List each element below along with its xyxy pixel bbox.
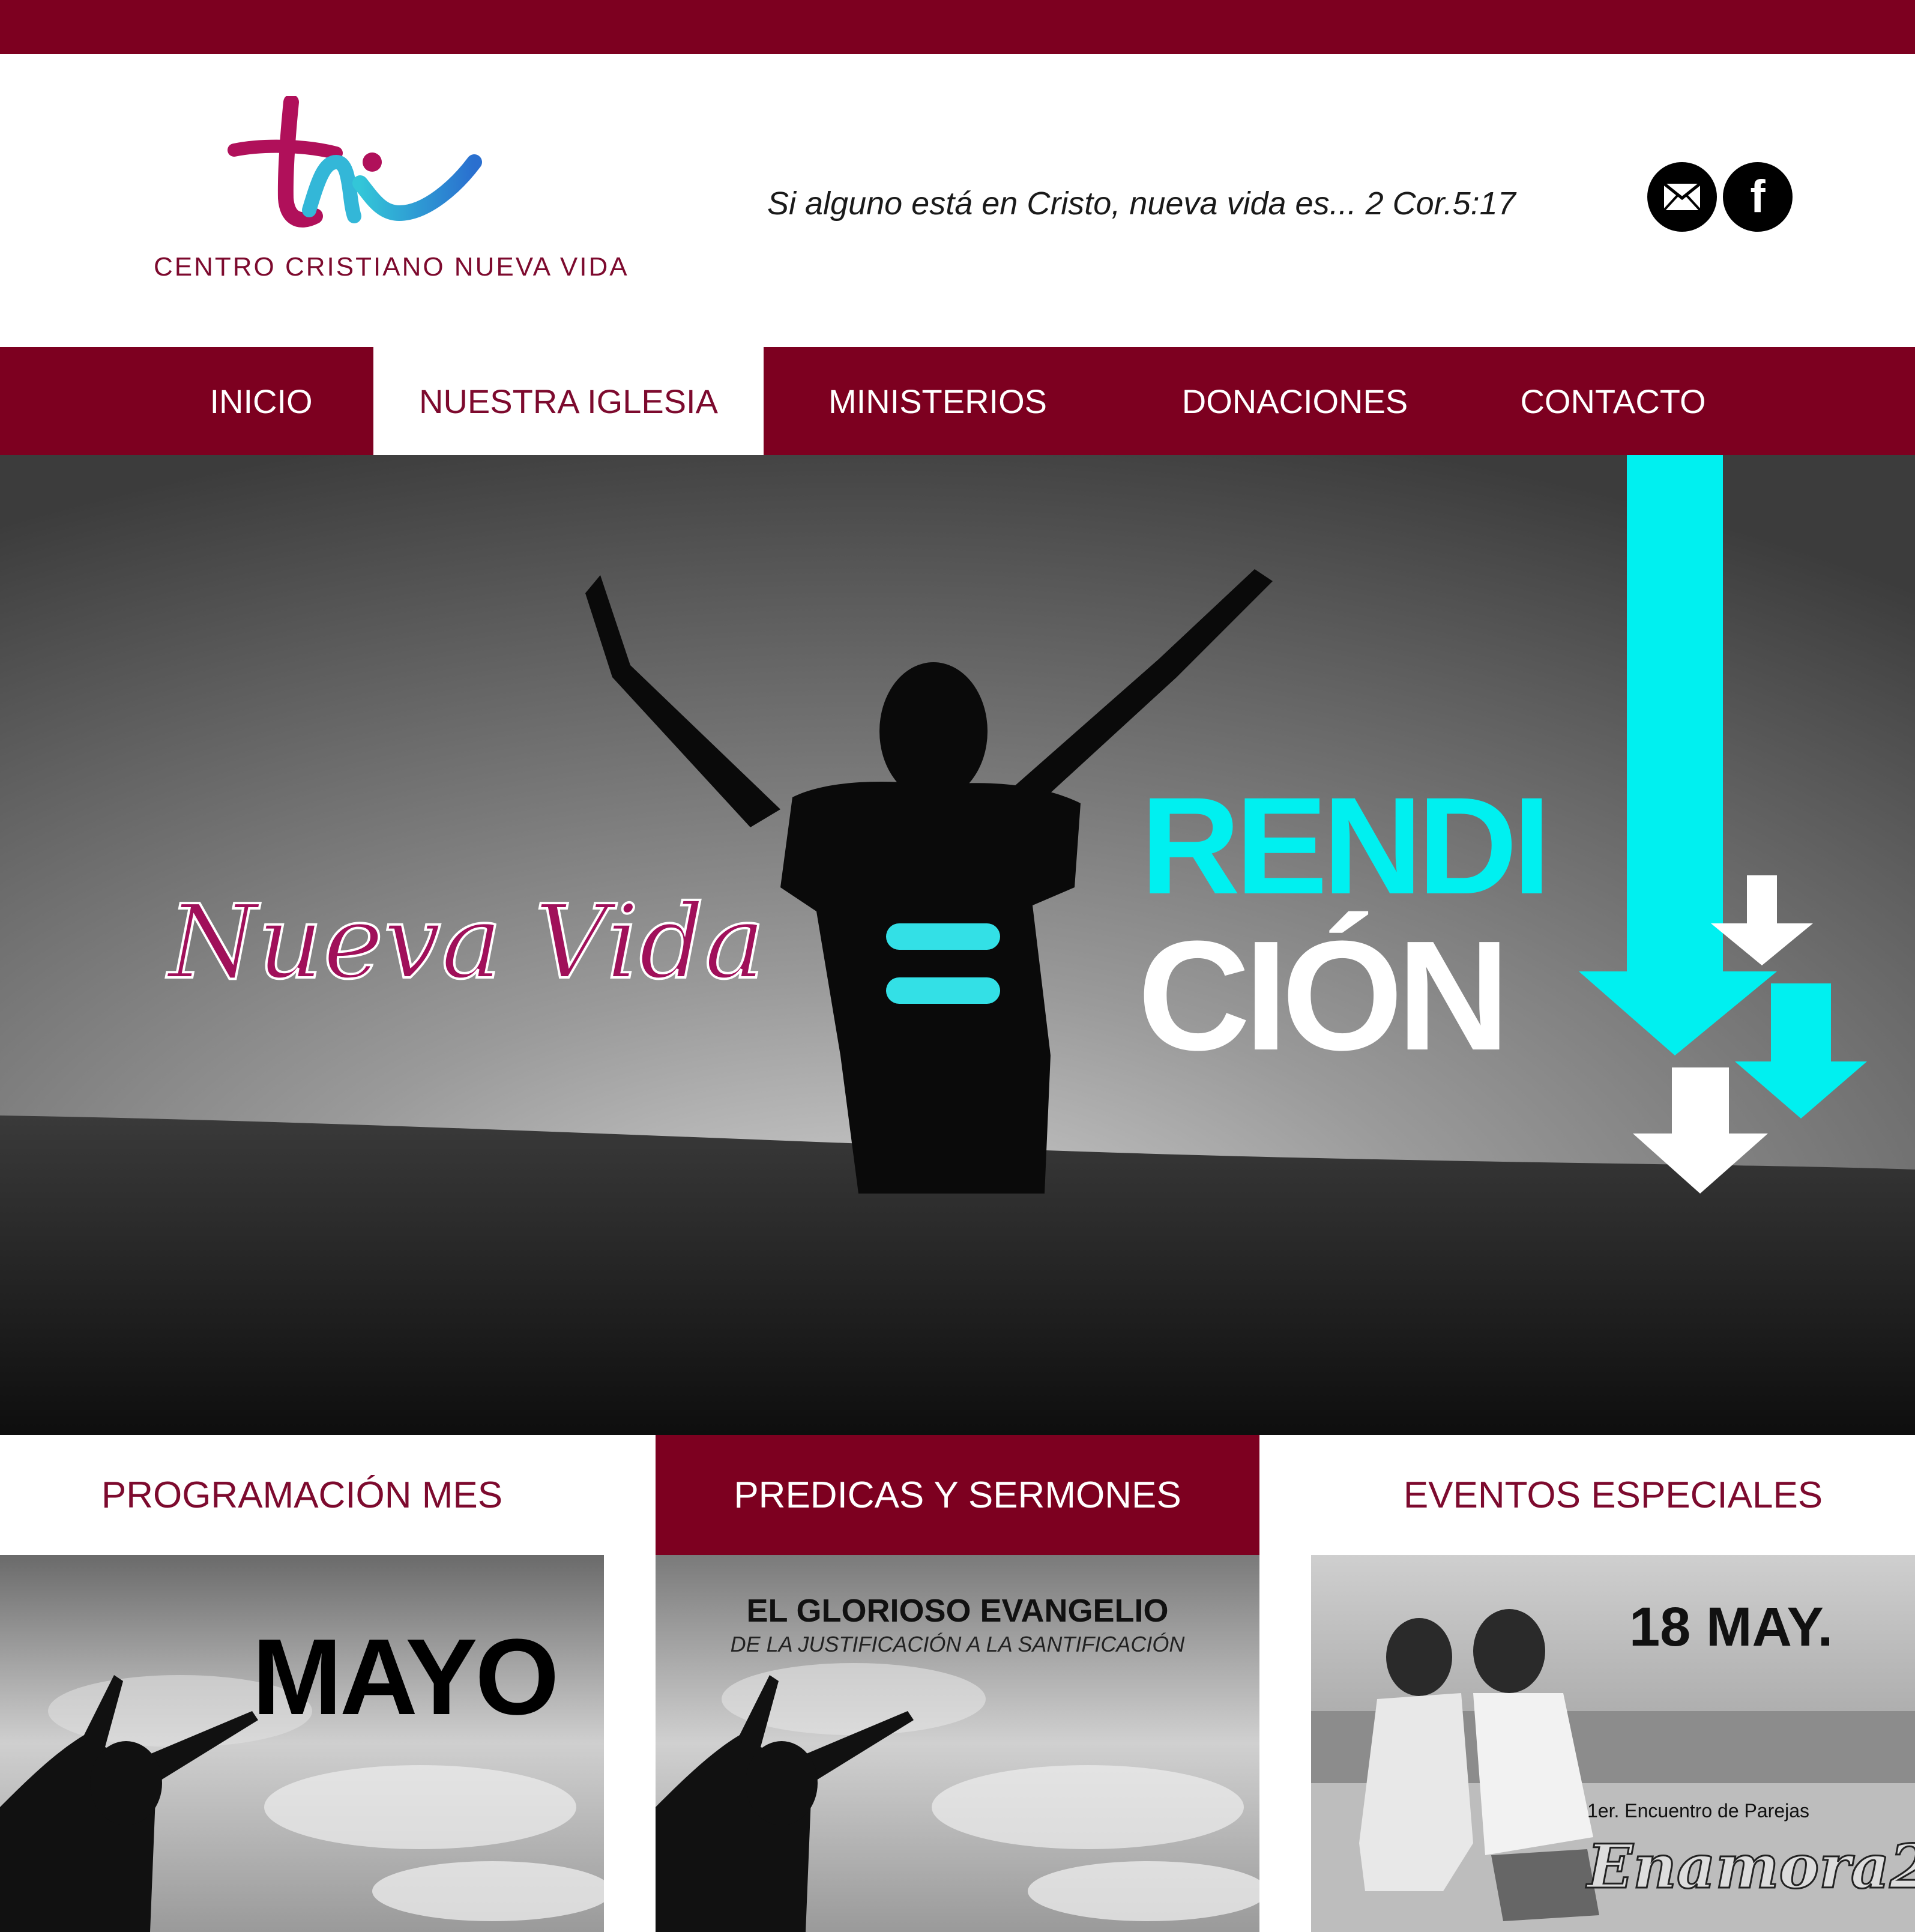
event-subtitle: 1er. Encuentro de Parejas [1587,1800,1810,1822]
nav-nuestra-iglesia[interactable]: NUESTRA IGLESIA [373,347,764,455]
mayo-label: MAYO [252,1617,559,1737]
envelope-icon [1663,183,1701,211]
card-image-predicas[interactable]: EL GLORIOSO EVANGELIO DE LA JUSTIFICACIÓ… [656,1555,1259,1932]
main-nav: INICIO NUESTRA IGLESIA MINISTERIOS DONAC… [0,347,1915,455]
event-name: Enamora2 [1586,1831,1915,1903]
hero-banner[interactable]: Nueva Vida RENDI CIÓN [0,455,1915,1435]
card-title-eventos[interactable]: EVENTOS ESPECIALES [1311,1435,1915,1555]
tagline: Si alguno está en Cristo, nueva vida es.… [767,186,1516,222]
sermon-subtitle: DE LA JUSTIFICACIÓN A LA SANTIFICACIÓN [730,1632,1185,1656]
facebook-button[interactable]: f [1723,162,1793,232]
nav-ministerios[interactable]: MINISTERIOS [764,347,1112,455]
nav-donaciones[interactable]: DONACIONES [1112,347,1478,455]
programacion-image [0,1555,604,1932]
sermon-title: EL GLORIOSO EVANGELIO [746,1593,1169,1629]
hero-rendi: RENDI [1141,768,1546,923]
site-header: CENTRO CRISTIANO NUEVA VIDA Si alguno es… [0,54,1915,347]
nav-contacto[interactable]: CONTACTO [1478,347,1748,455]
nav-inicio[interactable]: INICIO [180,347,342,455]
hero-nueva-vida: Nueva Vida [166,883,765,1002]
card-image-eventos[interactable]: 18 MAY. 1er. Encuentro de Parejas Enamor… [1311,1555,1915,1932]
event-date: 18 MAY. [1629,1596,1833,1658]
hero-cion: CIÓN [1138,909,1504,1083]
brand-name: CENTRO CRISTIANO NUEVA VIDA [154,252,629,282]
top-accent-bar [0,0,1915,54]
card-title-programacion[interactable]: PROGRAMACIÓN MES [0,1435,604,1555]
card-image-programacion[interactable]: MAYO [0,1555,604,1932]
email-button[interactable] [1647,162,1717,232]
hero-image: Nueva Vida RENDI CIÓN [0,455,1915,1435]
logo[interactable] [144,96,612,336]
facebook-icon: f [1750,171,1766,222]
card-title-predicas[interactable]: PREDICAS Y SERMONES [656,1435,1259,1555]
